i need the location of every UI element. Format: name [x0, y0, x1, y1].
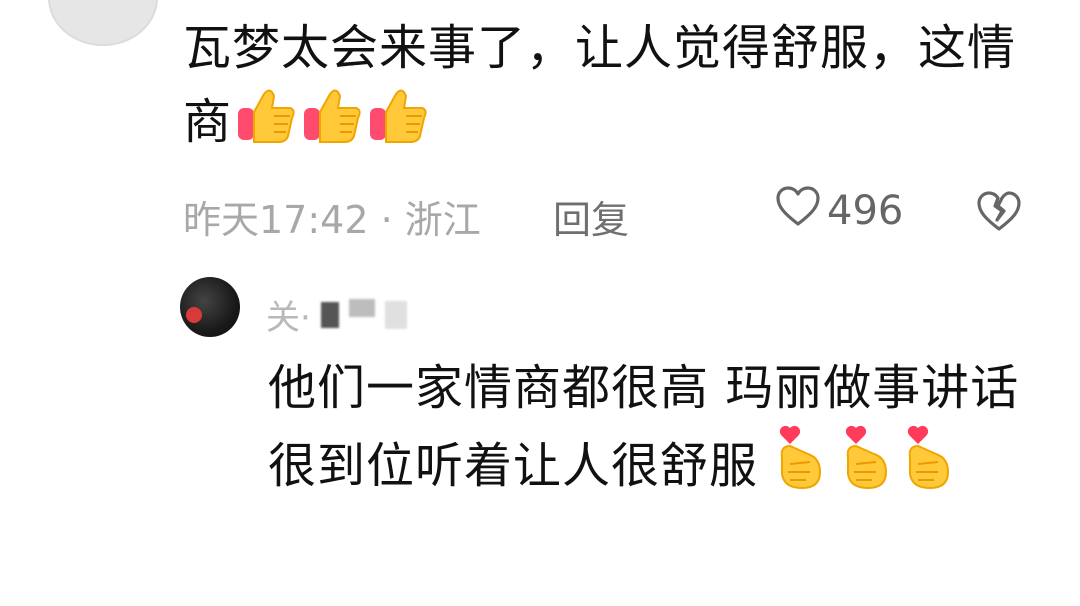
finger-heart-icon [900, 424, 956, 512]
thumbs-up-icon [234, 84, 298, 168]
dislike-button[interactable] [975, 189, 1023, 242]
like-button[interactable]: 496 [775, 185, 903, 237]
reply-avatar[interactable] [180, 277, 240, 337]
reply-username[interactable]: 关· [266, 290, 407, 339]
reply-username-text: 关· [266, 298, 311, 338]
reply-button[interactable]: 回复 [553, 189, 629, 244]
comment-meta-row: 昨天17:42 · 浙江 回复 496 [183, 185, 1043, 244]
redacted-block [320, 301, 339, 328]
reply-text: 他们一家情商都很高 玛丽做事讲话很到位听着让人很舒服 [268, 352, 1028, 512]
comment-time-location: 昨天17:42 · 浙江 [183, 198, 481, 242]
heart-icon [775, 185, 821, 237]
finger-heart-icon [838, 424, 894, 512]
like-count: 496 [827, 188, 904, 234]
finger-heart-icon [772, 424, 828, 512]
redacted-block [384, 300, 407, 329]
broken-heart-icon [975, 191, 1023, 242]
thumbs-up-icon [366, 84, 430, 168]
comment-text: 瓦梦太会来事了，让人觉得舒服，这情商 [183, 12, 1043, 168]
thumbs-up-icon [300, 84, 364, 168]
avatar-decoration [186, 307, 202, 323]
avatar[interactable] [48, 0, 158, 46]
redacted-block [348, 298, 375, 317]
